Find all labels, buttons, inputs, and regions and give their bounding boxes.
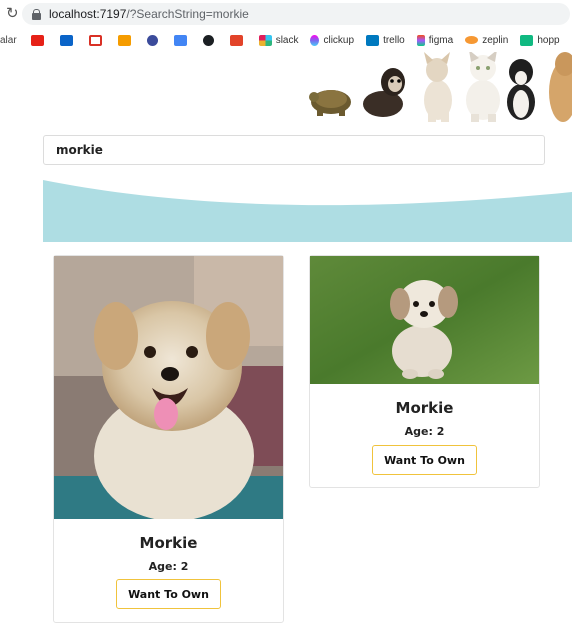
search-input[interactable]: [43, 135, 545, 165]
bookmark-trello[interactable]: trello: [366, 34, 405, 46]
zeplin-icon: [465, 36, 479, 44]
turtle-image: [309, 90, 351, 116]
outlook-icon: [59, 34, 73, 46]
wave-banner: [43, 180, 572, 242]
reload-icon[interactable]: ↻: [6, 4, 19, 22]
bookmark-mail[interactable]: [117, 34, 135, 46]
bookmark-slack[interactable]: slack: [258, 34, 299, 46]
hoppscotch-icon: [520, 34, 534, 46]
mail-icon: [117, 34, 131, 46]
url-path: /?SearchString=morkie: [126, 7, 249, 21]
puppy-image: [507, 59, 535, 120]
golden-dog-image: [549, 52, 572, 122]
pet-photo: [310, 256, 539, 384]
bookmark-figma[interactable]: figma: [416, 34, 454, 46]
bookmark-label: zeplin: [482, 34, 509, 46]
bookmark-label: trello: [383, 34, 405, 46]
clickup-icon: [310, 34, 320, 46]
pet-photo: [54, 256, 283, 519]
bookmark-label: slack: [275, 34, 299, 46]
pet-card: Morkie Age: 2 Want To Own: [309, 255, 540, 488]
pet-card: Morkie Age: 2 Want To Own: [53, 255, 284, 623]
bookmarks-bar: alar slack clickup trello figma zeplin h…: [0, 28, 572, 52]
bookmark-gmail[interactable]: [88, 34, 106, 46]
address-bar: ↻ localhost:7197/?SearchString=morkie: [0, 0, 572, 28]
pet-name: Morkie: [139, 534, 198, 552]
want-to-own-button[interactable]: Want To Own: [116, 579, 221, 609]
lock-icon: [32, 8, 41, 20]
pet-age: Age: 2: [148, 560, 189, 573]
bookmark-truncated[interactable]: alar: [0, 35, 17, 46]
bookmark-label: hopp: [537, 34, 560, 46]
bookmark-github[interactable]: [202, 34, 218, 46]
gmail-icon: [88, 34, 102, 46]
trello-icon: [366, 34, 380, 46]
translate-icon: [173, 34, 187, 46]
pet-age: Age: 2: [404, 425, 445, 438]
figma-icon: [416, 34, 425, 46]
bookmark-label: clickup: [323, 34, 355, 46]
gitlab-icon: [229, 34, 243, 46]
globe-icon: [146, 34, 158, 46]
bookmark-zeplin[interactable]: zeplin: [465, 35, 508, 46]
bookmark-label: figma: [428, 34, 454, 46]
dog-image: [424, 52, 452, 122]
youtube-icon: [30, 34, 44, 46]
pet-name: Morkie: [395, 399, 454, 417]
want-to-own-button[interactable]: Want To Own: [372, 445, 477, 475]
bookmark-clickup[interactable]: clickup: [310, 34, 355, 46]
bookmark-hoppscotch[interactable]: hopp: [520, 34, 560, 46]
bookmark-outlook[interactable]: [59, 34, 77, 46]
pets-banner-image: [309, 52, 572, 122]
ferret-image: [363, 68, 405, 117]
bookmark-gitlab[interactable]: [229, 34, 247, 46]
slack-icon: [258, 34, 272, 46]
bookmark-globe[interactable]: [146, 34, 162, 46]
url-host: localhost:7197: [49, 7, 127, 21]
cat-image: [466, 52, 500, 122]
bookmark-translate[interactable]: [173, 34, 191, 46]
github-icon: [202, 34, 214, 46]
url-field[interactable]: localhost:7197/?SearchString=morkie: [22, 3, 570, 25]
bookmark-youtube[interactable]: [30, 34, 48, 46]
